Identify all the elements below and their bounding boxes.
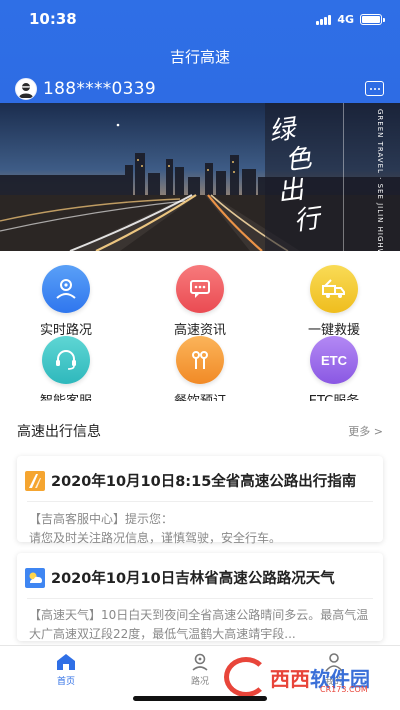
news-card[interactable]: 2020年10月10日吉林省高速公路路况天气 【高速天气】10日白天到夜间全省高… — [17, 553, 383, 641]
utensils-icon — [176, 336, 224, 384]
tab-label: 首页 — [56, 677, 75, 687]
card-title: 2020年10月10日吉林省高速公路路况天气 — [17, 553, 383, 588]
tow-truck-icon — [310, 265, 358, 313]
service-dining[interactable]: 餐饮预订 — [140, 336, 260, 409]
service-grid: 实时路况 高速资讯 一键救援 智能客服 餐饮预订 ETC ETC服务 — [0, 251, 400, 409]
status-time: 10:38 — [29, 10, 77, 28]
app-title: 吉行高速 — [169, 48, 230, 66]
section-title: 高速出行信息 — [17, 424, 101, 440]
more-link[interactable]: 更多 > — [348, 423, 383, 439]
weather-icon — [25, 567, 45, 588]
road-icon — [25, 470, 45, 491]
network-label: 4G — [337, 13, 354, 26]
traffic-icon — [42, 265, 90, 313]
service-news[interactable]: 高速资讯 — [140, 265, 260, 338]
user-avatar-icon — [19, 83, 33, 98]
service-support[interactable]: 智能客服 — [6, 336, 126, 409]
card-summary: 【吉高客服中心】提示您： 请您及时关注路况信息，谨慎驾驶，安全行车。 — [29, 512, 282, 545]
tab-home[interactable]: 首页 — [26, 652, 106, 687]
location-icon — [189, 652, 211, 672]
status-icons: 4G — [316, 13, 385, 26]
travel-info-section: 高速出行信息 更多 > 2020年10月10日8:15全省高速公路出行指南 【吉… — [0, 401, 400, 645]
service-rescue[interactable]: 一键救援 — [274, 265, 394, 338]
banner-english-text: GREEN TRAVEL · SEE JILIN HIGHWAY — [376, 109, 384, 251]
headset-icon — [42, 336, 90, 384]
watermark-c-icon — [224, 657, 268, 697]
news-icon — [176, 265, 224, 313]
battery-icon — [360, 14, 385, 25]
etc-icon: ETC — [310, 336, 358, 384]
status-bar: 10:38 4G — [0, 0, 400, 38]
news-card[interactable]: 2020年10月10日8:15全省高速公路出行指南 【吉高客服中心】提示您： 请… — [17, 456, 383, 545]
service-traffic[interactable]: 实时路况 — [6, 265, 126, 338]
banner[interactable]: 绿 色 出 行 GREEN TRAVEL · SEE JILIN HIGHWAY — [0, 103, 400, 251]
home-icon — [55, 652, 77, 672]
user-info[interactable]: 188****0339 — [15, 78, 156, 100]
signal-icon — [316, 14, 332, 25]
watermark-logo: 西西软件园 CR173.COM — [224, 657, 388, 697]
user-phone: 188****0339 — [43, 79, 157, 99]
header: 10:38 4G 吉行高速 188****0339 — [0, 0, 400, 103]
tab-label: 路况 — [190, 677, 209, 687]
message-icon[interactable] — [365, 81, 384, 96]
service-etc[interactable]: ETC ETC服务 — [274, 336, 394, 409]
watermark-url: CR173.COM — [320, 685, 368, 694]
card-title: 2020年10月10日8:15全省高速公路出行指南 — [17, 456, 383, 491]
home-indicator — [133, 696, 267, 701]
avatar[interactable] — [15, 78, 37, 100]
